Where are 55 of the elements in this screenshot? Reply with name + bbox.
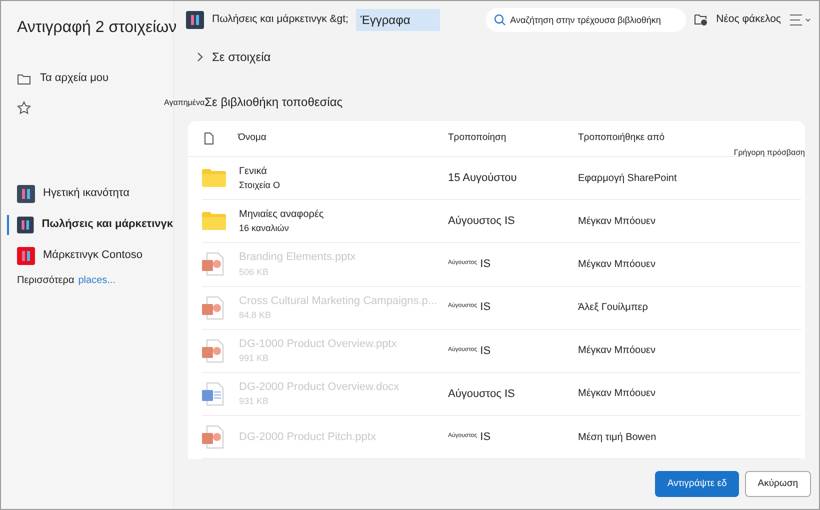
file-name: Γενικά: [239, 164, 268, 179]
site-item[interactable]: Μάρκετινγκ Contoso: [17, 240, 173, 271]
presentation-file-icon: [202, 338, 224, 363]
presentation-file-icon: [202, 252, 224, 276]
modified-by: Μέγκαν Μπόουεν: [578, 344, 656, 358]
modified-date: $^{Αύγουστος}$ IS: [448, 430, 492, 445]
modified-date: Αύγουστος IS: [448, 214, 516, 229]
document-file-icon: [202, 382, 224, 406]
dialog-title: Αντιγραφή 2 στοιχείων: [17, 18, 177, 38]
more-label: Περισσότερα: [17, 274, 74, 288]
file-detail: 16 καναλιών: [239, 222, 290, 235]
site-item[interactable]: Ηγετική ικανότητα: [17, 178, 173, 209]
modified-by: Μέγκαν Μπόουεν: [578, 258, 656, 272]
section-label: Σε βιβλιοθήκη τοποθεσίας: [204, 94, 343, 111]
modified-date: Αύγουστος IS: [448, 386, 516, 402]
new-folder-button[interactable]: Νέος φάκελος: [716, 12, 781, 28]
section-label[interactable]: Σε στοιχεία: [212, 48, 271, 66]
new-folder-icon: [694, 13, 708, 26]
folder-icon: [202, 169, 226, 188]
selection-indicator: [7, 215, 9, 235]
file-row[interactable]: Γενικά Στοιχεία Ο 15 Αυγούστου Εφαρμογή SharePoint: [202, 157, 801, 200]
breadcrumb-current: Έγγραφα: [356, 8, 440, 31]
column-header[interactable]: Τροποποίηση: [448, 131, 578, 146]
site-item[interactable]: Πωλήσεις και μάρκετινγκ: [17, 209, 173, 240]
modified-by: Άλεξ Γουίλμπερ: [578, 301, 648, 316]
presentation-file-icon: [202, 296, 224, 320]
folder-icon: [17, 72, 31, 84]
view-menu-icon[interactable]: [789, 14, 811, 26]
file-type-icon: [204, 132, 214, 145]
nav-item[interactable]: Τα αρχεία μου: [40, 70, 109, 87]
file-row[interactable]: Μηνιαίες αναφορές 16 καναλιών Αύγουστος IS Μέγκαν Μπόουεν: [202, 200, 801, 244]
search-field[interactable]: Αναζήτηση στην τρέχουσα βιβλιοθήκη: [486, 8, 686, 32]
modified-date: $^{Αύγουστος}$ IS: [448, 300, 492, 316]
column-header[interactable]: Όνομα: [238, 131, 448, 146]
copy-button[interactable]: Αντιγράψτε εδ: [655, 471, 739, 498]
chevron-icon[interactable]: [196, 52, 204, 62]
column-header[interactable]: Γρήγορη πρόσβαση: [734, 146, 805, 159]
modified-by: Μέγκαν Μπόουεν: [578, 214, 656, 229]
more-places-link[interactable]: places...: [78, 273, 116, 288]
star-icon: [17, 100, 31, 114]
breadcrumb-link[interactable]: Πωλήσεις και μάρκετινγκ &gt;: [212, 12, 348, 28]
presentation-file-icon: [202, 425, 224, 450]
modified-by: Εφαρμογή SharePoint: [578, 172, 677, 186]
column-header[interactable]: Τροποποιήθηκε από: [578, 131, 665, 146]
file-name: Μηνιαίες αναφορές: [239, 208, 325, 222]
modified-date: $^{Αύγουστος}$ IS: [448, 344, 492, 359]
site-logo-icon: [186, 10, 204, 29]
modified-by: Μέση τιμή Bowen: [578, 430, 656, 445]
folder-icon: [202, 212, 226, 230]
modified-date: 15 Αυγούστου: [448, 170, 518, 186]
file-detail: Στοιχεία Ο: [239, 178, 282, 192]
cancel-button[interactable]: Ακύρωση: [744, 471, 811, 498]
modified-by: Μέγκαν Μπόουεν: [578, 387, 656, 402]
favorites-label: Αγαπημένα: [164, 96, 205, 109]
modified-date: $^{Αύγουστος}$ IS: [448, 257, 492, 272]
